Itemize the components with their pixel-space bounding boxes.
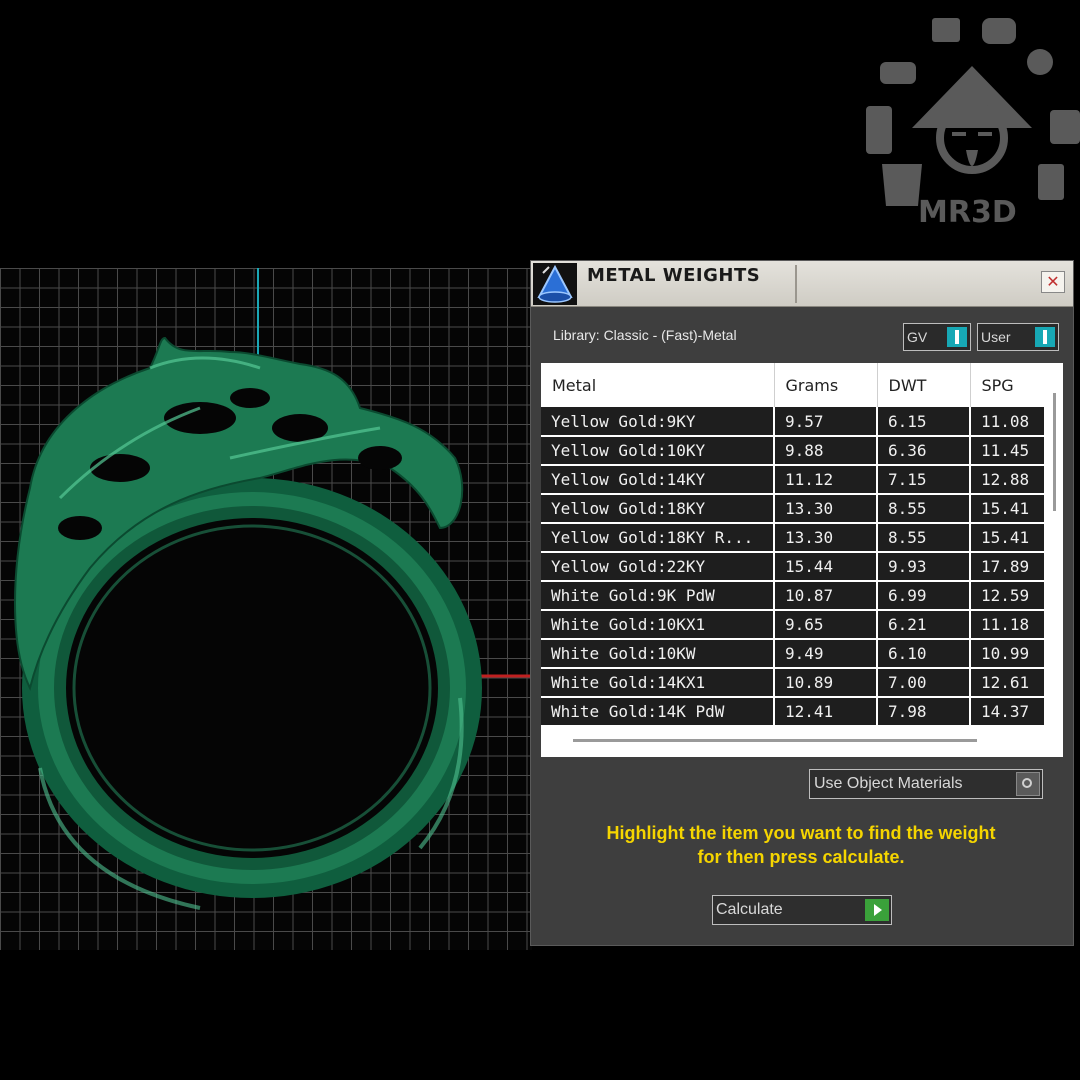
cell-dwt[interactable]: 6.15	[877, 407, 971, 437]
close-icon: ✕	[1046, 272, 1060, 291]
table-row[interactable]: Yellow Gold:18KY R... 13.30 8.55 15.41	[541, 523, 1051, 553]
table-row[interactable]: White Gold:10KW 9.49 6.10 10.99	[541, 639, 1051, 669]
use-object-materials-label: Use Object Materials	[814, 775, 963, 792]
gv-toggle[interactable]: GV	[903, 323, 971, 351]
column-header-dwt[interactable]: DWT	[877, 363, 971, 407]
cell-spg[interactable]: 12.88	[970, 465, 1051, 495]
cell-grams[interactable]: 10.87	[774, 581, 878, 611]
cell-grams[interactable]: 9.49	[774, 639, 878, 669]
instruction-line-1: Highlight the item you want to find the …	[606, 823, 996, 843]
toggle-on-icon	[1035, 327, 1055, 347]
table-row[interactable]: Yellow Gold:18KY 13.30 8.55 15.41	[541, 494, 1051, 524]
column-header-grams[interactable]: Grams	[774, 363, 878, 407]
rhino-gem-icon	[533, 263, 577, 305]
cell-metal[interactable]: Yellow Gold:10KY	[541, 436, 775, 466]
titlebar-separator	[795, 265, 797, 303]
mr3d-watermark-logo: MR3D	[862, 14, 1080, 234]
use-object-materials-toggle[interactable]: Use Object Materials	[809, 769, 1043, 799]
metal-weights-dialog: METAL WEIGHTS ✕ Library: Classic - (Fast…	[530, 260, 1074, 946]
cell-dwt[interactable]: 6.21	[877, 610, 971, 640]
horizontal-scroll-thumb[interactable]	[573, 739, 977, 742]
metal-table[interactable]: Metal Grams DWT SPG Yellow Gold:9KY 9.57 6…	[541, 363, 1063, 757]
calculate-label: Calculate	[716, 901, 783, 918]
cell-metal[interactable]: Yellow Gold:22KY	[541, 552, 775, 582]
cell-spg[interactable]: 12.59	[970, 581, 1051, 611]
ring-model[interactable]	[0, 268, 532, 950]
cell-spg[interactable]: 15.41	[970, 523, 1051, 553]
mr3d-logo-graphic: MR3D	[866, 18, 1080, 230]
library-label: Library: Classic - (Fast)-Metal	[553, 327, 737, 343]
dialog-title: METAL WEIGHTS	[587, 265, 761, 286]
table-row[interactable]: White Gold:10KX1 9.65 6.21 11.18	[541, 610, 1051, 640]
cell-spg[interactable]: 11.08	[970, 407, 1051, 437]
cell-spg[interactable]: 11.45	[970, 436, 1051, 466]
cell-dwt[interactable]: 6.99	[877, 581, 971, 611]
ring-inner-hole	[66, 518, 438, 858]
cell-grams[interactable]: 11.12	[774, 465, 878, 495]
cell-metal[interactable]: White Gold:14K PdW	[541, 697, 775, 727]
cell-metal[interactable]: Yellow Gold:14KY	[541, 465, 775, 495]
cell-spg[interactable]: 14.37	[970, 697, 1051, 727]
calculate-button[interactable]: Calculate	[712, 895, 892, 925]
column-header-metal[interactable]: Metal	[541, 363, 775, 407]
cell-dwt[interactable]: 7.15	[877, 465, 971, 495]
cell-grams[interactable]: 9.88	[774, 436, 878, 466]
cell-spg[interactable]: 10.99	[970, 639, 1051, 669]
table-header-row: Metal Grams DWT SPG	[541, 363, 1051, 407]
vertical-scrollbar[interactable]	[1044, 363, 1063, 757]
cell-spg[interactable]: 11.18	[970, 610, 1051, 640]
cell-dwt[interactable]: 6.10	[877, 639, 971, 669]
viewport-3d[interactable]	[0, 268, 532, 950]
mr3d-logo-text: MR3D	[918, 195, 1017, 230]
cell-metal[interactable]: Yellow Gold:9KY	[541, 407, 775, 437]
cell-grams[interactable]: 13.30	[774, 523, 878, 553]
table-row[interactable]: Yellow Gold:22KY 15.44 9.93 17.89	[541, 552, 1051, 582]
cell-dwt[interactable]: 7.98	[877, 697, 971, 727]
table-row[interactable]: Yellow Gold:10KY 9.88 6.36 11.45	[541, 436, 1051, 466]
toggle-on-icon	[947, 327, 967, 347]
cell-dwt[interactable]: 8.55	[877, 494, 971, 524]
cell-spg[interactable]: 17.89	[970, 552, 1051, 582]
cell-grams[interactable]: 12.41	[774, 697, 878, 727]
table-row[interactable]: White Gold:14K PdW 12.41 7.98 14.37	[541, 697, 1051, 727]
table-row[interactable]: Yellow Gold:14KY 11.12 7.15 12.88	[541, 465, 1051, 495]
cell-grams[interactable]: 15.44	[774, 552, 878, 582]
cell-dwt[interactable]: 7.00	[877, 668, 971, 698]
close-button[interactable]: ✕	[1041, 271, 1065, 293]
gv-toggle-label: GV	[907, 329, 928, 345]
play-icon	[865, 899, 889, 921]
cell-spg[interactable]: 15.41	[970, 494, 1051, 524]
radio-icon	[1016, 772, 1040, 796]
table-row[interactable]: White Gold:14KX1 10.89 7.00 12.61	[541, 668, 1051, 698]
cell-metal[interactable]: Yellow Gold:18KY	[541, 494, 775, 524]
cell-grams[interactable]: 13.30	[774, 494, 878, 524]
user-toggle-label: User	[981, 329, 1011, 345]
vertical-scroll-thumb[interactable]	[1053, 393, 1056, 511]
cell-metal[interactable]: White Gold:14KX1	[541, 668, 775, 698]
table-row[interactable]: Yellow Gold:9KY 9.57 6.15 11.08	[541, 407, 1051, 437]
cell-metal[interactable]: White Gold:10KW	[541, 639, 775, 669]
cell-dwt[interactable]: 9.93	[877, 552, 971, 582]
cell-dwt[interactable]: 6.36	[877, 436, 971, 466]
cell-grams[interactable]: 10.89	[774, 668, 878, 698]
cell-grams[interactable]: 9.57	[774, 407, 878, 437]
cell-dwt[interactable]: 8.55	[877, 523, 971, 553]
cell-spg[interactable]: 12.61	[970, 668, 1051, 698]
cell-metal[interactable]: White Gold:10KX1	[541, 610, 775, 640]
dialog-titlebar[interactable]: METAL WEIGHTS ✕	[531, 261, 1073, 307]
cell-metal[interactable]: Yellow Gold:18KY R...	[541, 523, 775, 553]
instruction-text: Highlight the item you want to find the …	[551, 821, 1051, 869]
table-row[interactable]: White Gold:9K PdW 10.87 6.99 12.59	[541, 581, 1051, 611]
instruction-line-2: for then press calculate.	[697, 847, 905, 867]
cell-grams[interactable]: 9.65	[774, 610, 878, 640]
user-toggle[interactable]: User	[977, 323, 1059, 351]
cell-metal[interactable]: White Gold:9K PdW	[541, 581, 775, 611]
horizontal-scrollbar[interactable]	[541, 727, 1044, 757]
column-header-spg[interactable]: SPG	[970, 363, 1051, 407]
